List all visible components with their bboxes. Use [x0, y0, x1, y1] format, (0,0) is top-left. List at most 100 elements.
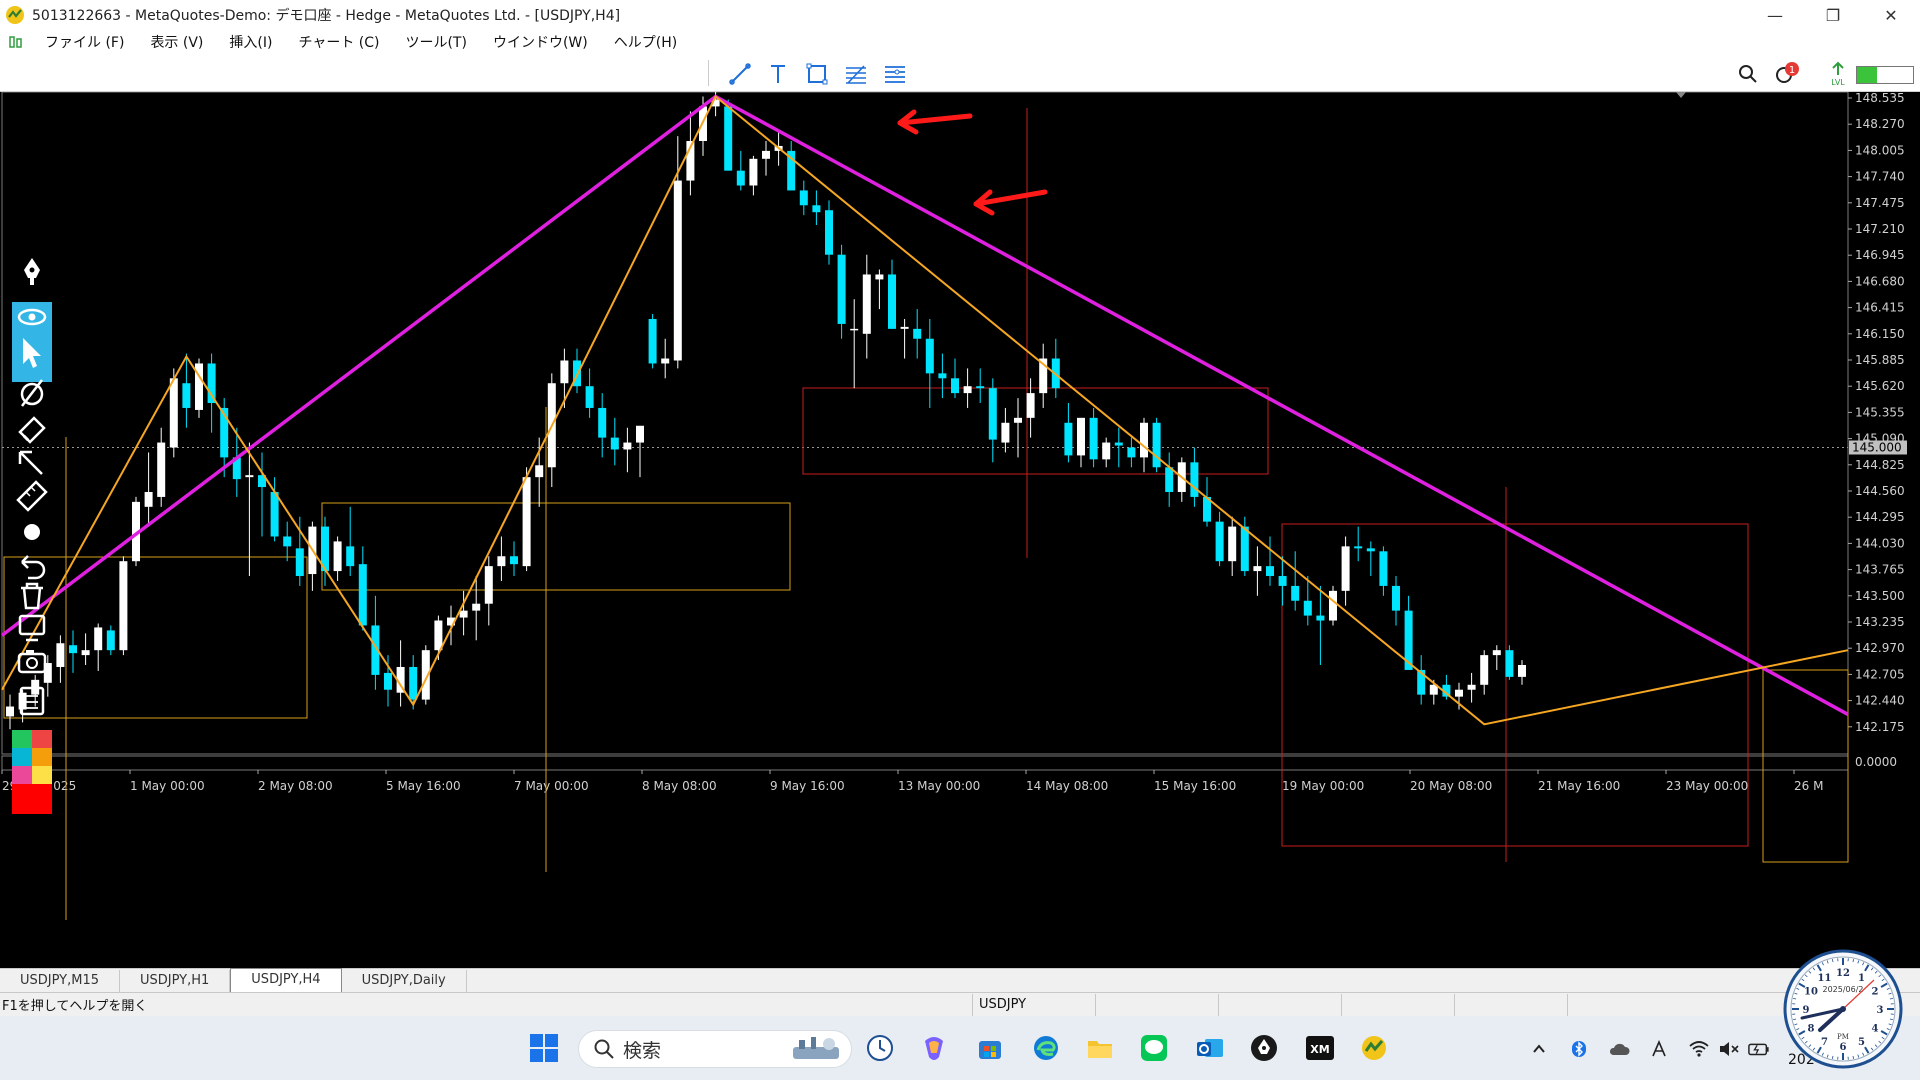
taskbar-line[interactable] [1138, 1032, 1170, 1064]
taskbar-outlook[interactable] [1194, 1032, 1226, 1064]
tab-usdjpy-m15[interactable]: USDJPY,M15 [0, 970, 120, 992]
palette-current-color[interactable] [12, 784, 52, 814]
eraser-icon[interactable] [20, 379, 44, 407]
price-axis-label: 145.620 [1855, 379, 1905, 393]
taskbar-file-explorer[interactable] [1084, 1032, 1116, 1064]
chart-canvas[interactable]: 148.535 148.270 148.005 147.740 147.475 147.2… [0, 92, 1920, 968]
candle-body [94, 627, 103, 651]
tray-onedrive[interactable] [1608, 1038, 1630, 1060]
objects-list-button[interactable] [881, 60, 909, 88]
tab-usdjpy-daily[interactable]: USDJPY,Daily [341, 970, 467, 992]
palette-color-green[interactable] [12, 730, 32, 748]
menu-view[interactable]: 表示 (V) [137, 32, 216, 52]
search-placeholder: 検索 [623, 1039, 662, 1062]
palette-color-cyan[interactable] [12, 748, 32, 766]
price-axis-label: 146.680 [1855, 274, 1905, 288]
price-axis-label: 147.740 [1855, 170, 1905, 184]
palette-color-red[interactable] [32, 730, 52, 748]
taskbar-copilot[interactable] [918, 1032, 950, 1064]
monitor-icon[interactable] [18, 614, 46, 642]
dot-icon[interactable] [24, 524, 40, 540]
candle [900, 318, 909, 359]
chat-icon: 1 [1776, 62, 1799, 83]
candle [862, 254, 871, 359]
trendline-tool-button[interactable] [726, 60, 754, 88]
palette-color-orange[interactable] [32, 748, 52, 766]
signal-level-button[interactable]: LVL [1824, 60, 1852, 88]
candle-body [522, 477, 531, 567]
pen-nib-icon [1251, 1035, 1277, 1061]
ruler-icon[interactable] [16, 480, 48, 512]
red-range-box-1 [802, 387, 1269, 475]
candle-body [585, 386, 594, 408]
time-axis-label: 20 May 08:00 [1410, 779, 1492, 793]
price-axis-label: 146.415 [1855, 301, 1905, 315]
pen-icon[interactable] [24, 258, 40, 285]
status-cell-empty-5 [1567, 993, 1680, 1016]
clock-number: 7 [1821, 1037, 1828, 1048]
candle [736, 150, 745, 191]
rectangle-tool-button[interactable] [803, 60, 831, 88]
candle [56, 635, 65, 683]
candle-body [661, 358, 670, 364]
minimize-button[interactable]: — [1746, 0, 1804, 30]
clock-number: 11 [1818, 973, 1832, 984]
menu-help[interactable]: ヘルプ(H) [601, 32, 690, 52]
taskbar-xm-trading[interactable]: XM [1304, 1032, 1336, 1064]
tray-ime[interactable] [1648, 1038, 1670, 1060]
tray-overflow-chevron[interactable] [1528, 1038, 1550, 1060]
status-symbol: USDJPY [972, 993, 1095, 1016]
tray-wifi[interactable] [1688, 1038, 1710, 1060]
search-button[interactable] [1734, 60, 1762, 88]
chart-bars-icon [9, 36, 22, 48]
price-axis-label: 142.970 [1855, 641, 1905, 655]
candle [1089, 407, 1098, 468]
trash-icon[interactable] [21, 582, 43, 610]
taskbar-edge[interactable] [1030, 1032, 1062, 1064]
notifications-button[interactable]: 1 [1772, 60, 1800, 88]
analog-clock-widget[interactable]: 1234567891011 12 2025/06/2 PM [1782, 948, 1904, 1070]
gold-range-box-1 [321, 502, 791, 591]
store-icon [979, 1041, 1001, 1059]
menu-chart[interactable]: チャート (C) [285, 32, 392, 52]
candle-body [497, 556, 506, 567]
highlighter-icon[interactable] [18, 416, 46, 444]
close-button[interactable]: ✕ [1862, 0, 1920, 30]
taskbar-pen-app[interactable] [1248, 1032, 1280, 1064]
fibonacci-tool-button[interactable] [842, 60, 870, 88]
time-axis-label: 26 M [1794, 779, 1823, 793]
time-axis-label: 13 May 00:00 [898, 779, 980, 793]
menu-file[interactable]: ファイル (F) [32, 32, 137, 52]
candle [623, 427, 632, 473]
clipboard-icon[interactable] [19, 686, 45, 716]
tray-volume[interactable] [1718, 1038, 1740, 1060]
indicator-subwindow-frame [1, 755, 1849, 771]
taskbar-search-box[interactable]: 検索 [578, 1030, 852, 1068]
undo-icon[interactable] [21, 555, 46, 580]
tab-usdjpy-h4[interactable]: USDJPY,H4 [230, 968, 342, 992]
candle-body [535, 465, 544, 478]
maximize-button[interactable]: ❐ [1804, 0, 1862, 30]
menu-insert[interactable]: 挿入(I) [216, 32, 285, 52]
clock-number: 10 [1804, 987, 1818, 998]
tray-battery[interactable] [1748, 1038, 1770, 1060]
candle-body [900, 326, 909, 329]
taskbar-metatrader[interactable] [1358, 1032, 1390, 1064]
menu-tools[interactable]: ツール(T) [392, 32, 479, 52]
camera-icon[interactable] [17, 650, 47, 674]
candle [1051, 338, 1060, 399]
tab-usdjpy-h1[interactable]: USDJPY,H1 [120, 970, 231, 992]
connection-status-bar [1856, 66, 1914, 84]
clock-ampm: PM [1837, 1033, 1849, 1041]
taskbar-clock-app[interactable] [864, 1032, 896, 1064]
tray-bluetooth[interactable] [1568, 1038, 1590, 1060]
start-button[interactable] [528, 1032, 560, 1064]
price-chart[interactable]: 148.535 148.270 148.005 147.740 147.475 147.2… [0, 92, 1920, 968]
line-app-icon [1141, 1035, 1167, 1061]
text-tool-button[interactable] [764, 60, 792, 88]
taskbar-store[interactable] [974, 1032, 1006, 1064]
palette-color-yellow[interactable] [32, 766, 52, 784]
arrow-line-icon[interactable] [18, 450, 43, 475]
palette-color-pink[interactable] [12, 766, 32, 784]
menu-window[interactable]: ウインドウ(W) [480, 32, 601, 52]
